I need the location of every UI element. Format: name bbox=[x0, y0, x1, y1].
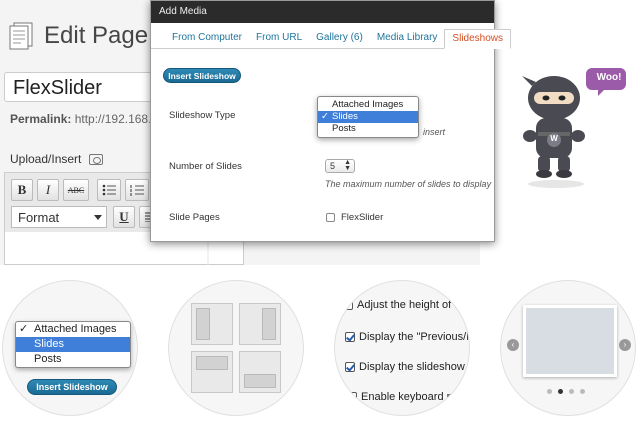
dropdown-option[interactable]: Posts bbox=[318, 123, 418, 135]
layout-footer-icon[interactable] bbox=[239, 351, 281, 393]
checkbox-icon[interactable] bbox=[343, 300, 353, 310]
tab-media-library[interactable]: Media Library bbox=[370, 29, 445, 49]
next-arrow-icon[interactable]: › bbox=[619, 339, 631, 351]
slideshow-type-note: insert bbox=[423, 127, 446, 137]
setting-row[interactable]: Enable keyboard nav bbox=[347, 391, 464, 403]
numbered-list-button[interactable] bbox=[125, 179, 149, 201]
tab-from-computer[interactable]: From Computer bbox=[165, 29, 249, 49]
prev-arrow-icon[interactable]: ‹ bbox=[507, 339, 519, 351]
tab-slideshows[interactable]: Slideshows bbox=[444, 29, 512, 49]
slider-dot[interactable] bbox=[580, 389, 585, 394]
bullet-list-button[interactable] bbox=[97, 179, 121, 201]
slider-dot-active[interactable] bbox=[558, 389, 563, 394]
permalink-label: Permalink: bbox=[10, 112, 72, 126]
tab-gallery[interactable]: Gallery (6) bbox=[309, 29, 370, 49]
setting-row[interactable]: Adjust the height of the bbox=[343, 299, 470, 311]
insert-slideshow-button[interactable]: Insert Slideshow bbox=[163, 68, 241, 83]
checkbox-icon[interactable] bbox=[347, 392, 357, 402]
demo-insert-slideshow-button[interactable]: Insert Slideshow bbox=[27, 379, 117, 395]
format-select[interactable]: Format bbox=[11, 206, 107, 228]
upload-insert-label: Upload/Insert bbox=[10, 152, 82, 166]
stepper-value: 5 bbox=[330, 161, 336, 171]
feature-settings-circle: Adjust the height of the Display the "Pr… bbox=[334, 280, 470, 416]
option-label: Attached Images bbox=[332, 99, 404, 110]
setting-label: Enable keyboard nav bbox=[361, 391, 465, 403]
layout-sidebar-left-icon[interactable] bbox=[191, 303, 233, 345]
permalink: Permalink: http://192.168. bbox=[10, 112, 151, 126]
upload-insert: Upload/Insert bbox=[10, 152, 104, 166]
option-label: Posts bbox=[34, 353, 62, 365]
number-of-slides-note: The maximum number of slides to display bbox=[325, 179, 492, 189]
checkbox-checked-icon[interactable] bbox=[345, 362, 355, 372]
option-label: Attached Images bbox=[34, 323, 117, 335]
slide-pages-label: Slide Pages bbox=[169, 212, 220, 223]
camera-icon[interactable] bbox=[89, 153, 104, 165]
demo-option-selected[interactable]: Slides bbox=[16, 337, 130, 352]
page-title: Edit Page bbox=[44, 22, 149, 49]
checkbox-checked-icon[interactable] bbox=[345, 332, 355, 342]
modal-title: Add Media bbox=[151, 1, 494, 23]
option-label: Posts bbox=[332, 123, 356, 134]
demo-option[interactable]: ✓ Attached Images bbox=[16, 322, 130, 337]
bold-button[interactable]: B bbox=[11, 179, 33, 201]
setting-row[interactable]: Display the "Previous/Nex bbox=[345, 331, 469, 343]
demo-option[interactable]: Posts bbox=[16, 352, 130, 367]
feature-slider-circle: ‹ › bbox=[500, 280, 636, 416]
option-label: Slides bbox=[332, 111, 358, 122]
setting-label: Adjust the height of the bbox=[357, 299, 470, 311]
checkmark-icon: ✓ bbox=[19, 323, 29, 335]
slider-dot[interactable] bbox=[547, 389, 552, 394]
dropdown-option-selected[interactable]: ✓ Slides bbox=[318, 111, 418, 123]
setting-label: Display the "Previous/Nex bbox=[359, 331, 469, 343]
flexslider-checkbox[interactable] bbox=[326, 213, 335, 222]
slideshow-type-dropdown[interactable]: Attached Images ✓ Slides Posts bbox=[317, 96, 419, 138]
slider-dot[interactable] bbox=[569, 389, 574, 394]
slideshow-type-label: Slideshow Type bbox=[169, 110, 236, 121]
tab-from-url[interactable]: From URL bbox=[249, 29, 309, 49]
layout-header-icon[interactable] bbox=[191, 351, 233, 393]
feature-dropdown-circle: ✓ Attached Images Slides Posts Insert Sli… bbox=[2, 280, 138, 416]
setting-label: Display the slideshow pa bbox=[359, 361, 470, 373]
flexslider-checkbox-label: FlexSlider bbox=[341, 212, 384, 223]
layout-sidebar-right-icon[interactable] bbox=[239, 303, 281, 345]
checkmark-icon: ✓ bbox=[321, 111, 329, 122]
add-media-modal: Add Media From Computer From URL Gallery… bbox=[150, 0, 512, 242]
demo-type-dropdown[interactable]: ✓ Attached Images Slides Posts bbox=[15, 321, 131, 368]
permalink-url[interactable]: http://192.168. bbox=[75, 112, 152, 126]
setting-row[interactable]: Display the slideshow pa bbox=[345, 361, 470, 373]
mascot-badge: W bbox=[550, 134, 558, 143]
bullet-list-icon bbox=[102, 184, 116, 196]
numbered-list-icon bbox=[130, 185, 144, 196]
number-of-slides-stepper[interactable]: 5 ▲ ▼ bbox=[325, 159, 355, 173]
media-tabs: From Computer From URL Gallery (6) Media… bbox=[151, 23, 512, 49]
underline-button[interactable]: U bbox=[113, 206, 135, 228]
feature-layouts-circle bbox=[168, 280, 304, 416]
chevron-down-icon bbox=[94, 215, 102, 220]
number-of-slides-label: Number of Slides bbox=[169, 161, 242, 172]
slide-preview bbox=[523, 305, 617, 377]
option-label: Slides bbox=[34, 338, 64, 350]
format-select-value: Format bbox=[18, 210, 60, 225]
strikethrough-button[interactable]: ABC bbox=[63, 179, 89, 201]
dropdown-option[interactable]: Attached Images bbox=[318, 99, 418, 111]
page-icon bbox=[9, 22, 33, 50]
mascot-speech: Woo! bbox=[596, 72, 622, 83]
promo-screenshot: Edit Page FlexSlider Permalink: http://1… bbox=[0, 0, 640, 430]
italic-button[interactable]: I bbox=[37, 179, 59, 201]
up-down-icon: ▲ ▼ bbox=[344, 159, 351, 172]
